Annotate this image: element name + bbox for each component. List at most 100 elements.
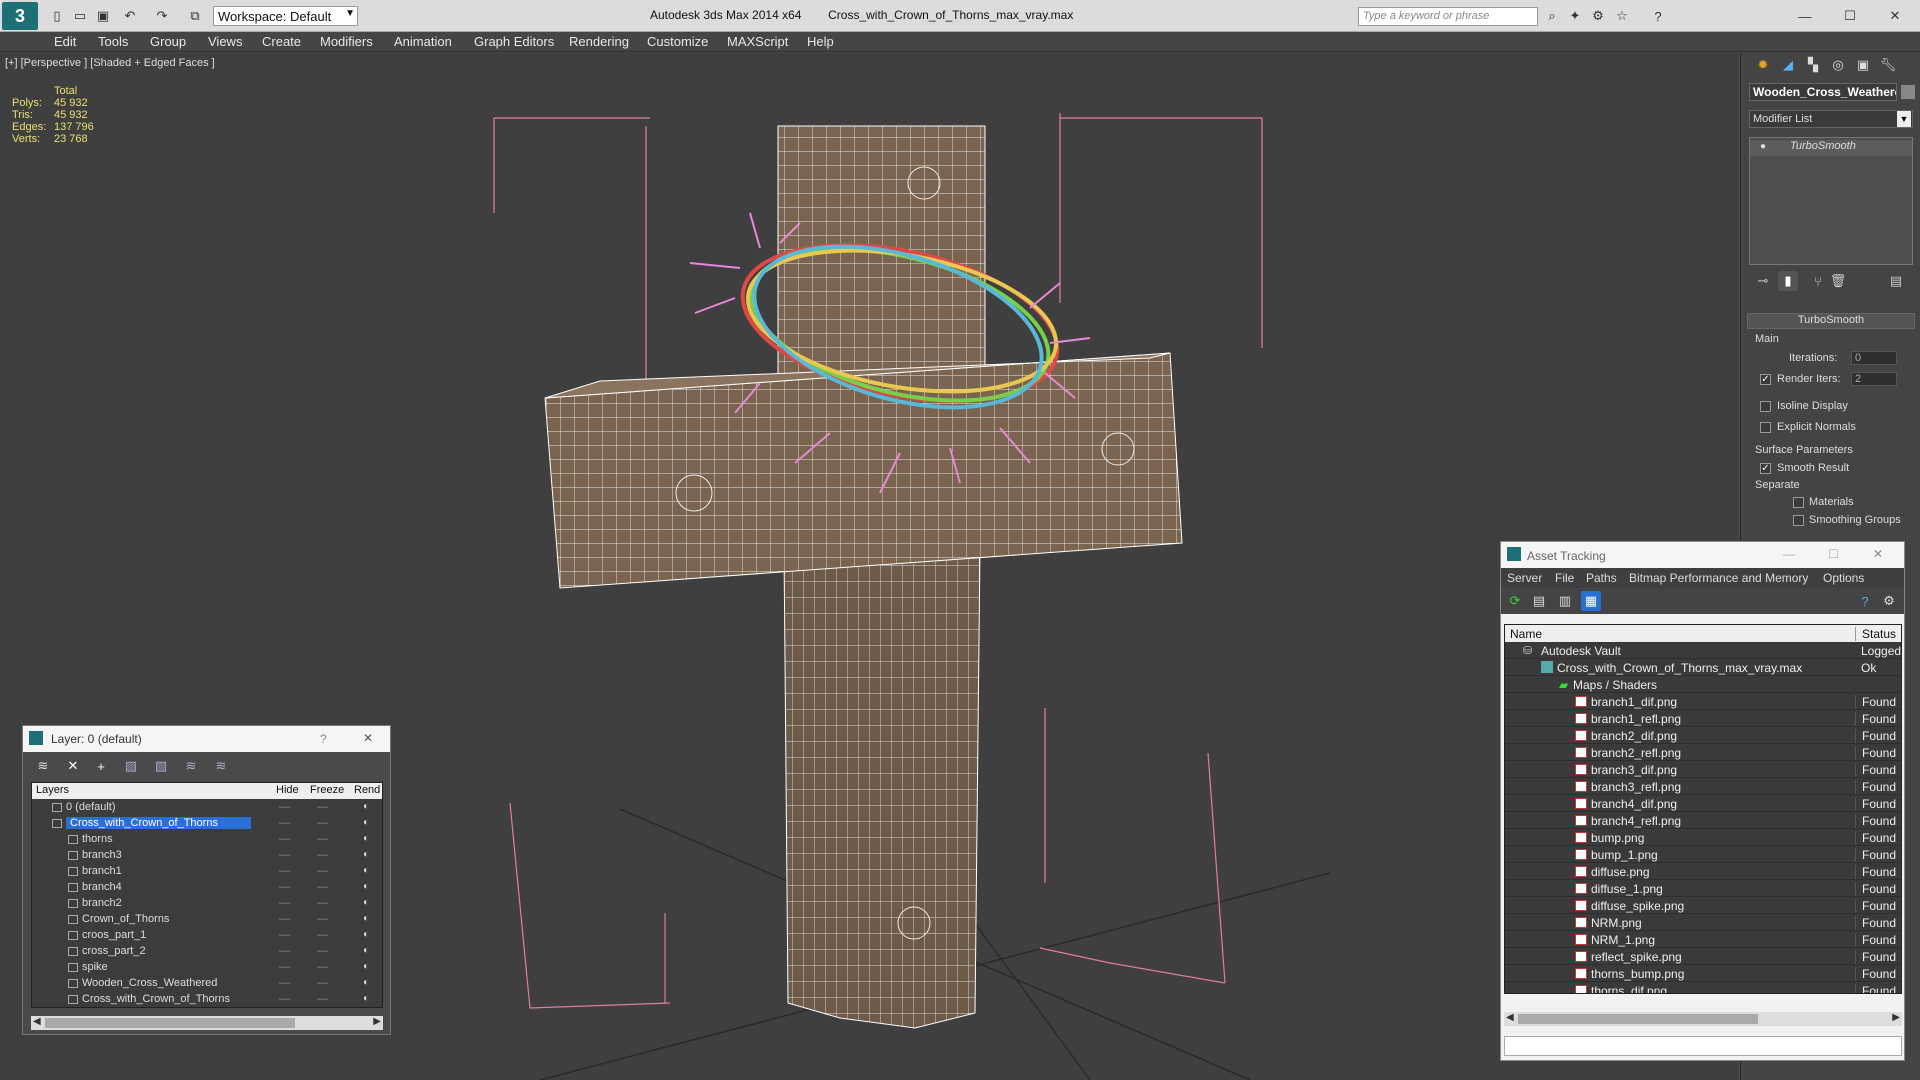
asset-file-row[interactable]: branch4_refl.png Found xyxy=(1505,812,1901,829)
close-icon[interactable]: ✕ xyxy=(1873,547,1883,561)
select-objects-icon[interactable]: ▨ xyxy=(121,756,141,776)
layer-row[interactable]: cross_part_2 — — ◖ xyxy=(32,944,377,960)
render-iters-spinner[interactable]: 2 xyxy=(1851,372,1897,386)
hide-toggle[interactable]: — xyxy=(279,977,290,989)
minimize-icon[interactable]: — xyxy=(1783,547,1795,561)
undo-icon[interactable]: ↶ xyxy=(120,6,140,26)
object-color-swatch[interactable] xyxy=(1901,85,1915,99)
col-layers[interactable]: Layers xyxy=(36,784,69,796)
menu-tools[interactable]: Tools xyxy=(98,34,128,49)
col-freeze[interactable]: Freeze xyxy=(310,784,344,796)
freeze-toggle[interactable]: — xyxy=(317,801,328,813)
layer-row[interactable]: croos_part_1 — — ◖ xyxy=(32,928,377,944)
render-teapot-icon[interactable]: ◖ xyxy=(362,961,368,972)
close-window-icon[interactable]: ✕ xyxy=(1885,6,1905,26)
workspace-dropdown[interactable]: Workspace: Default ▼ xyxy=(213,6,358,26)
search-input[interactable]: Type a keyword or phrase xyxy=(1358,7,1538,26)
new-file-icon[interactable]: ▯ xyxy=(47,6,67,26)
minimize-icon[interactable]: — xyxy=(1795,6,1815,26)
render-teapot-icon[interactable]: ◖ xyxy=(362,833,368,844)
subscription-icon[interactable]: ⚙ xyxy=(1588,6,1608,26)
binoculars-icon[interactable]: ⌕ xyxy=(1542,6,1562,26)
modifier-list-dropdown[interactable]: Modifier List ▼ xyxy=(1749,110,1913,128)
menu-bitmap-performance[interactable]: Bitmap Performance and Memory xyxy=(1629,571,1808,585)
hide-all-icon[interactable]: ≋ xyxy=(181,756,201,776)
help-icon[interactable]: ? xyxy=(1855,591,1875,611)
app-logo-button[interactable]: 3 xyxy=(2,2,38,30)
freeze-toggle[interactable]: — xyxy=(317,945,328,957)
render-teapot-icon[interactable]: ◖ xyxy=(362,897,368,908)
delete-layer-icon[interactable]: ✕ xyxy=(63,756,83,776)
freeze-all-icon[interactable]: ≋ xyxy=(211,756,231,776)
utilities-tab-icon[interactable]: 🔧︎ xyxy=(1878,55,1898,75)
iterations-spinner[interactable]: 0 xyxy=(1851,351,1897,365)
freeze-toggle[interactable]: — xyxy=(317,929,328,941)
layer-row[interactable]: Cross_with_Crown_of_Thorns — — ◖ xyxy=(32,992,377,1007)
menu-rendering[interactable]: Rendering xyxy=(569,34,629,49)
hide-toggle[interactable]: — xyxy=(279,801,290,813)
asset-window-titlebar[interactable]: Asset Tracking — ☐ ✕ xyxy=(1501,542,1904,568)
asset-file-row[interactable]: branch2_refl.png Found xyxy=(1505,744,1901,761)
project-folder-icon[interactable]: ⧉ xyxy=(185,6,205,26)
asset-file-row[interactable]: branch3_dif.png Found xyxy=(1505,761,1901,778)
freeze-toggle[interactable]: — xyxy=(317,913,328,925)
asset-file-row[interactable]: branch1_refl.png Found xyxy=(1505,710,1901,727)
highlight-layer-icon[interactable]: ▨ xyxy=(151,756,171,776)
freeze-toggle[interactable]: — xyxy=(317,865,328,877)
hide-toggle[interactable]: — xyxy=(279,865,290,877)
layer-row[interactable]: branch4 — — ◖ xyxy=(32,880,377,896)
menu-options[interactable]: Options xyxy=(1823,571,1864,585)
materials-checkbox[interactable] xyxy=(1793,497,1804,508)
pin-stack-icon[interactable]: ⊸ xyxy=(1753,271,1773,291)
settings-icon[interactable]: ⚙ xyxy=(1879,591,1899,611)
layer-row[interactable]: 0 (default) — — ◖ xyxy=(32,800,377,816)
render-teapot-icon[interactable]: ◖ xyxy=(362,865,368,876)
col-status[interactable]: Status xyxy=(1855,627,1896,641)
scroll-right-icon[interactable]: ▶ xyxy=(373,1016,381,1027)
hide-toggle[interactable]: — xyxy=(279,945,290,957)
layer-row[interactable]: branch2 — — ◖ xyxy=(32,896,377,912)
col-hide[interactable]: Hide xyxy=(276,784,299,796)
configure-modifier-sets-icon[interactable]: ▤ xyxy=(1886,271,1906,291)
turbosmooth-rollout-header[interactable]: TurboSmooth xyxy=(1747,313,1915,329)
scroll-thumb[interactable] xyxy=(1518,1014,1758,1024)
asset-file-row[interactable]: branch3_refl.png Found xyxy=(1505,778,1901,795)
col-render[interactable]: Rend xyxy=(354,784,380,796)
save-icon[interactable]: ▣ xyxy=(93,6,113,26)
render-teapot-icon[interactable]: ◖ xyxy=(362,977,368,988)
layer-row[interactable]: branch1 — — ◖ xyxy=(32,864,377,880)
create-tab-icon[interactable]: ✹ xyxy=(1753,55,1773,75)
close-icon[interactable]: ✕ xyxy=(363,731,373,745)
render-teapot-icon[interactable]: ◖ xyxy=(362,945,368,956)
layer-row[interactable]: branch3 — — ◖ xyxy=(32,848,377,864)
render-iters-checkbox[interactable]: ✓ xyxy=(1760,374,1771,385)
freeze-toggle[interactable]: — xyxy=(317,897,328,909)
explicit-normals-checkbox[interactable] xyxy=(1760,422,1771,433)
menu-help[interactable]: Help xyxy=(807,34,834,49)
table-view-icon[interactable]: ▦ xyxy=(1581,591,1601,611)
scroll-right-icon[interactable]: ▶ xyxy=(1892,1012,1900,1023)
render-teapot-icon[interactable]: ◖ xyxy=(362,929,368,940)
layer-window-titlebar[interactable]: Layer: 0 (default) ? ✕ xyxy=(23,726,390,752)
layer-row[interactable]: Wooden_Cross_Weathered — — ◖ xyxy=(32,976,377,992)
modify-tab-icon[interactable]: ◢ xyxy=(1778,55,1798,75)
help-icon[interactable]: ? xyxy=(320,732,327,746)
menu-edit[interactable]: Edit xyxy=(54,34,76,49)
redo-icon[interactable]: ↷ xyxy=(152,6,172,26)
freeze-toggle[interactable]: — xyxy=(317,833,328,845)
asset-row-vault[interactable]: ⛁ Autodesk Vault Logged xyxy=(1505,642,1901,659)
help-icon[interactable]: ? xyxy=(1648,6,1668,26)
remove-modifier-icon[interactable]: 🗑︎ xyxy=(1828,271,1848,291)
hide-toggle[interactable]: — xyxy=(279,961,290,973)
menu-maxscript[interactable]: MAXScript xyxy=(727,34,788,49)
smoothing-groups-checkbox[interactable] xyxy=(1793,515,1804,526)
hierarchy-tab-icon[interactable]: ▚ xyxy=(1803,55,1823,75)
asset-file-row[interactable]: reflect_spike.png Found xyxy=(1505,948,1901,965)
open-file-icon[interactable]: ▭ xyxy=(70,6,90,26)
freeze-toggle[interactable]: — xyxy=(317,849,328,861)
refresh-icon[interactable]: ⟳ xyxy=(1505,591,1525,611)
menu-customize[interactable]: Customize xyxy=(647,34,708,49)
asset-file-row[interactable]: thorns_dif.png Found xyxy=(1505,982,1901,993)
show-end-result-icon[interactable]: ▮ xyxy=(1778,271,1798,291)
menu-server[interactable]: Server xyxy=(1507,571,1542,585)
